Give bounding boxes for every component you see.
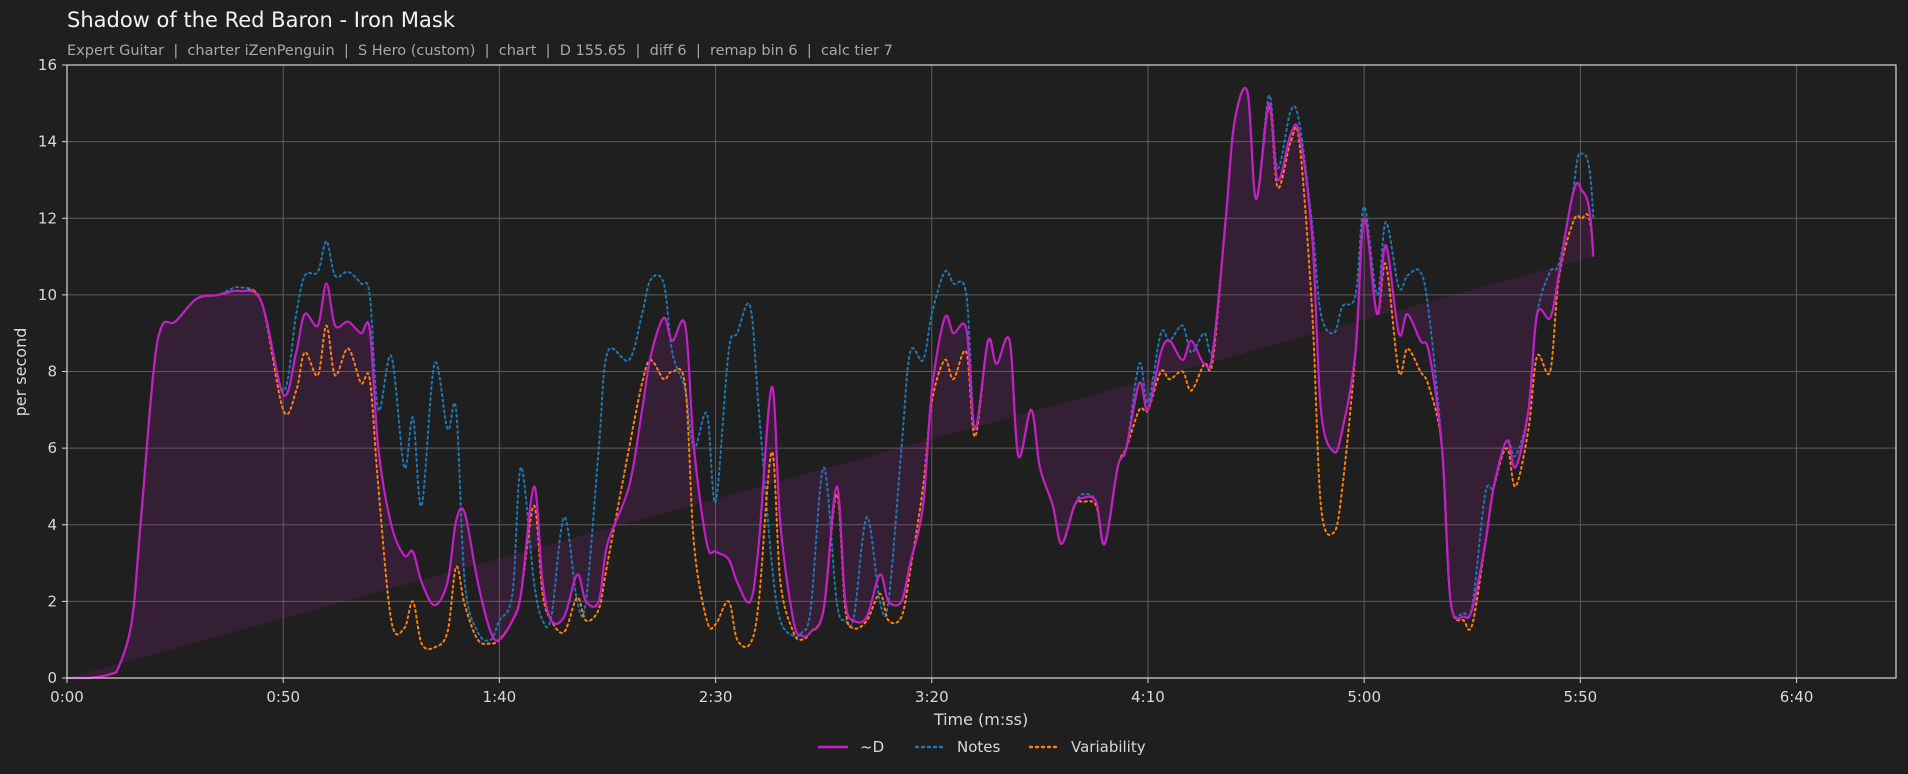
legend: ~D Notes Variability	[818, 738, 1146, 756]
chart-subtitle: Expert Guitar | charter iZenPenguin | S …	[67, 43, 893, 59]
x-tick-label: 6:40	[1780, 688, 1814, 706]
y-tick-label: 4	[47, 516, 57, 534]
y-axis-ticks: 0 2 4 6 8 10 12 14 16	[38, 56, 67, 687]
legend-label-d: ~D	[860, 738, 884, 756]
x-tick-label: 0:00	[50, 688, 84, 706]
x-tick-label: 4:10	[1131, 688, 1165, 706]
y-tick-label: 6	[47, 439, 57, 457]
x-tick-label: 5:50	[1564, 688, 1598, 706]
x-tick-label: 0:50	[266, 688, 300, 706]
y-tick-label: 0	[47, 669, 57, 687]
x-tick-label: 5:00	[1347, 688, 1381, 706]
legend-label-notes: Notes	[957, 738, 1001, 756]
legend-label-variability: Variability	[1071, 738, 1146, 756]
y-tick-label: 8	[47, 363, 57, 381]
chart-figure: Shadow of the Red Baron - Iron Mask Expe…	[0, 0, 1908, 774]
x-axis-label: Time (m:ss)	[933, 710, 1028, 729]
x-tick-label: 2:30	[699, 688, 733, 706]
chart-svg: Shadow of the Red Baron - Iron Mask Expe…	[11, 8, 1897, 756]
x-axis-ticks: 0:00 0:50 1:40 2:30 3:20 4:10 5:00 5:50 6:40	[50, 678, 1813, 706]
y-axis-label: per second	[11, 328, 30, 417]
x-tick-label: 1:40	[483, 688, 517, 706]
y-tick-label: 14	[38, 133, 57, 151]
chart-title: Shadow of the Red Baron - Iron Mask	[67, 8, 456, 32]
y-tick-label: 10	[38, 286, 57, 304]
y-tick-label: 2	[47, 592, 57, 610]
x-tick-label: 3:20	[915, 688, 949, 706]
y-tick-label: 12	[38, 209, 57, 227]
y-tick-label: 16	[38, 56, 57, 74]
